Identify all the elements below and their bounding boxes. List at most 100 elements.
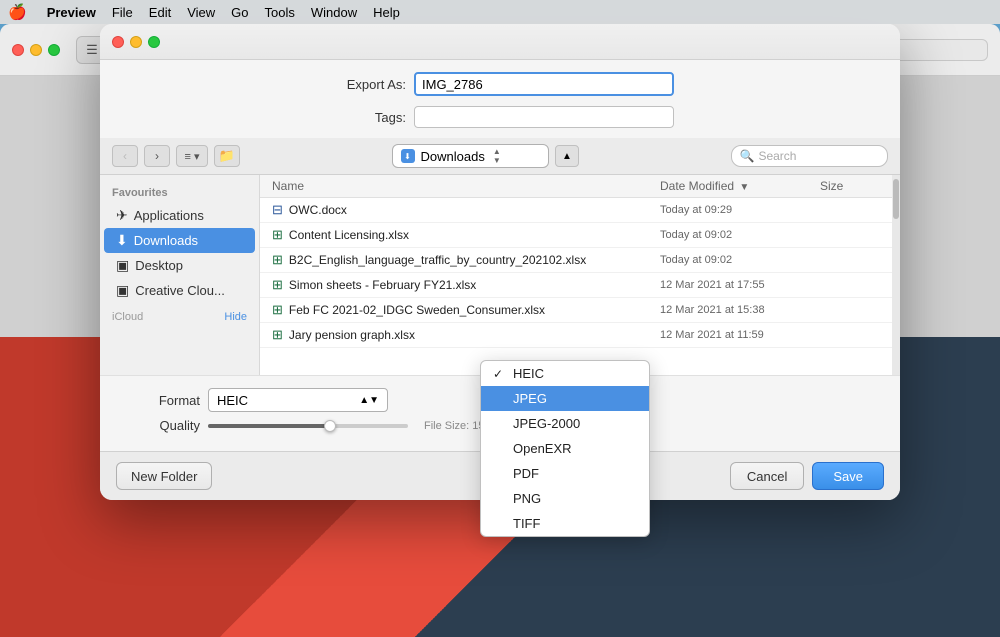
creative-cloud-icon: ▣	[116, 282, 129, 299]
icloud-row: iCloud Hide	[100, 307, 259, 327]
menu-edit[interactable]: Edit	[149, 5, 171, 20]
menu-tools[interactable]: Tools	[265, 5, 295, 20]
format-option-heic[interactable]: ✓ HEIC	[481, 361, 649, 386]
file-date: 12 Mar 2021 at 15:38	[660, 304, 820, 316]
quality-slider[interactable]	[208, 424, 408, 428]
minimize-button[interactable]	[30, 44, 42, 56]
traffic-lights	[12, 44, 60, 56]
sidebar-item-downloads[interactable]: ⬇ Downloads	[104, 228, 255, 253]
new-folder-button[interactable]: New Folder	[116, 462, 212, 490]
icloud-label: iCloud	[112, 311, 143, 323]
format-option-label: HEIC	[513, 366, 544, 381]
format-value: HEIC	[217, 393, 248, 408]
file-rows-container: ⊟ OWC.docx Today at 09:29 ⊞ Content Lice…	[260, 198, 892, 348]
close-button[interactable]	[12, 44, 24, 56]
downloads-sidebar-icon: ⬇	[116, 232, 128, 249]
hide-button[interactable]: Hide	[224, 311, 247, 323]
table-row[interactable]: ⊞ B2C_English_language_traffic_by_countr…	[260, 248, 892, 273]
file-date: Today at 09:02	[660, 254, 820, 266]
dialog-minimize-button[interactable]	[130, 36, 142, 48]
format-option-jpeg[interactable]: JPEG	[481, 386, 649, 411]
format-option-png[interactable]: PNG	[481, 486, 649, 511]
expand-button[interactable]: ▲	[555, 145, 579, 167]
scrollbar-thumb[interactable]	[893, 179, 899, 219]
column-date-modified[interactable]: Date Modified ▼	[660, 179, 820, 193]
sidebar-item-creative-cloud[interactable]: ▣ Creative Clou...	[104, 278, 255, 303]
app-name[interactable]: Preview	[47, 5, 96, 20]
tags-label: Tags:	[326, 110, 406, 125]
back-button[interactable]: ‹	[112, 145, 138, 167]
file-list-header: Name Date Modified ▼ Size	[260, 175, 892, 198]
search-icon: 🔍	[740, 149, 755, 163]
sidebar-section-label: Favourites	[100, 183, 259, 203]
menu-view[interactable]: View	[187, 5, 215, 20]
browser-search-box[interactable]: 🔍 Search	[731, 145, 889, 167]
zoom-button[interactable]	[48, 44, 60, 56]
sort-indicator: ▼	[739, 182, 749, 193]
file-type-icon: ⊟	[272, 202, 283, 218]
quality-slider-thumb[interactable]	[324, 420, 336, 432]
table-row[interactable]: ⊟ OWC.docx Today at 09:29	[260, 198, 892, 223]
save-button[interactable]: Save	[812, 462, 884, 490]
file-date: 12 Mar 2021 at 17:55	[660, 279, 820, 291]
format-dropdown[interactable]: HEIC ▲▼	[208, 388, 388, 412]
format-option-pdf[interactable]: PDF	[481, 461, 649, 486]
sidebar-item-applications[interactable]: ✈ Applications	[104, 203, 255, 228]
menu-window[interactable]: Window	[311, 5, 357, 20]
quality-label: Quality	[120, 418, 200, 433]
file-list: Name Date Modified ▼ Size ⊟ OWC.docx Tod…	[260, 175, 892, 375]
format-option-openexr[interactable]: OpenEXR	[481, 436, 649, 461]
file-type-icon: ⊞	[272, 302, 283, 318]
sidebar-item-desktop[interactable]: ▣ Desktop	[104, 253, 255, 278]
dropdown-arrows: ▲▼	[493, 147, 501, 165]
applications-icon: ✈	[116, 207, 128, 224]
dialog-traffic-lights	[112, 36, 160, 48]
file-name: Content Licensing.xlsx	[289, 228, 660, 242]
dialog-close-button[interactable]	[112, 36, 124, 48]
format-option-tiff[interactable]: TIFF	[481, 511, 649, 536]
export-as-label: Export As:	[326, 77, 406, 92]
tags-input[interactable]	[414, 106, 674, 128]
location-dropdown[interactable]: ⬇ Downloads ▲▼	[392, 144, 550, 168]
desktop-label: Desktop	[135, 258, 183, 273]
table-row[interactable]: ⊞ Simon sheets - February FY21.xlsx 12 M…	[260, 273, 892, 298]
dialog-zoom-button[interactable]	[148, 36, 160, 48]
file-name: Jary pension graph.xlsx	[289, 328, 660, 342]
file-date: Today at 09:29	[660, 204, 820, 216]
browser-toolbar: ‹ › ≡ ▾ 📁 ⬇ Downloads ▲▼ ▲ 🔍 Search	[100, 138, 900, 175]
menu-file[interactable]: File	[112, 5, 133, 20]
browser-main: Favourites ✈ Applications ⬇ Downloads ▣ …	[100, 175, 900, 375]
column-name[interactable]: Name	[272, 179, 660, 193]
file-type-icon: ⊞	[272, 252, 283, 268]
applications-label: Applications	[134, 208, 204, 223]
file-date: Today at 09:02	[660, 229, 820, 241]
format-option-label: JPEG	[513, 391, 547, 406]
scrollbar-track[interactable]	[892, 175, 900, 375]
format-label: Format	[120, 393, 200, 408]
file-date: 12 Mar 2021 at 11:59	[660, 329, 820, 341]
table-row[interactable]: ⊞ Feb FC 2021-02_IDGC Sweden_Consumer.xl…	[260, 298, 892, 323]
file-type-icon: ⊞	[272, 277, 283, 293]
file-name: OWC.docx	[289, 203, 660, 217]
view-options-button[interactable]: ≡ ▾	[176, 145, 208, 167]
table-row[interactable]: ⊞ Content Licensing.xlsx Today at 09:02	[260, 223, 892, 248]
file-size-text: File Size: 15	[424, 420, 485, 432]
location-label: Downloads	[421, 149, 485, 164]
forward-button[interactable]: ›	[144, 145, 170, 167]
menubar: 🍎 Preview File Edit View Go Tools Window…	[0, 0, 1000, 24]
menu-help[interactable]: Help	[373, 5, 400, 20]
downloads-label: Downloads	[134, 233, 198, 248]
new-folder-icon-button[interactable]: 📁	[214, 145, 240, 167]
downloads-icon: ⬇	[401, 149, 415, 163]
table-row[interactable]: ⊞ Jary pension graph.xlsx 12 Mar 2021 at…	[260, 323, 892, 348]
apple-menu[interactable]: 🍎	[8, 3, 27, 21]
dialog-action-buttons: Cancel Save	[730, 462, 884, 490]
format-option-jpeg2000[interactable]: JPEG-2000	[481, 411, 649, 436]
menu-go[interactable]: Go	[231, 5, 248, 20]
column-size[interactable]: Size	[820, 179, 880, 193]
creative-cloud-label: Creative Clou...	[135, 283, 225, 298]
format-option-label: TIFF	[513, 516, 540, 531]
sidebar: Favourites ✈ Applications ⬇ Downloads ▣ …	[100, 175, 260, 375]
cancel-button[interactable]: Cancel	[730, 462, 804, 490]
export-as-input[interactable]	[414, 72, 674, 96]
